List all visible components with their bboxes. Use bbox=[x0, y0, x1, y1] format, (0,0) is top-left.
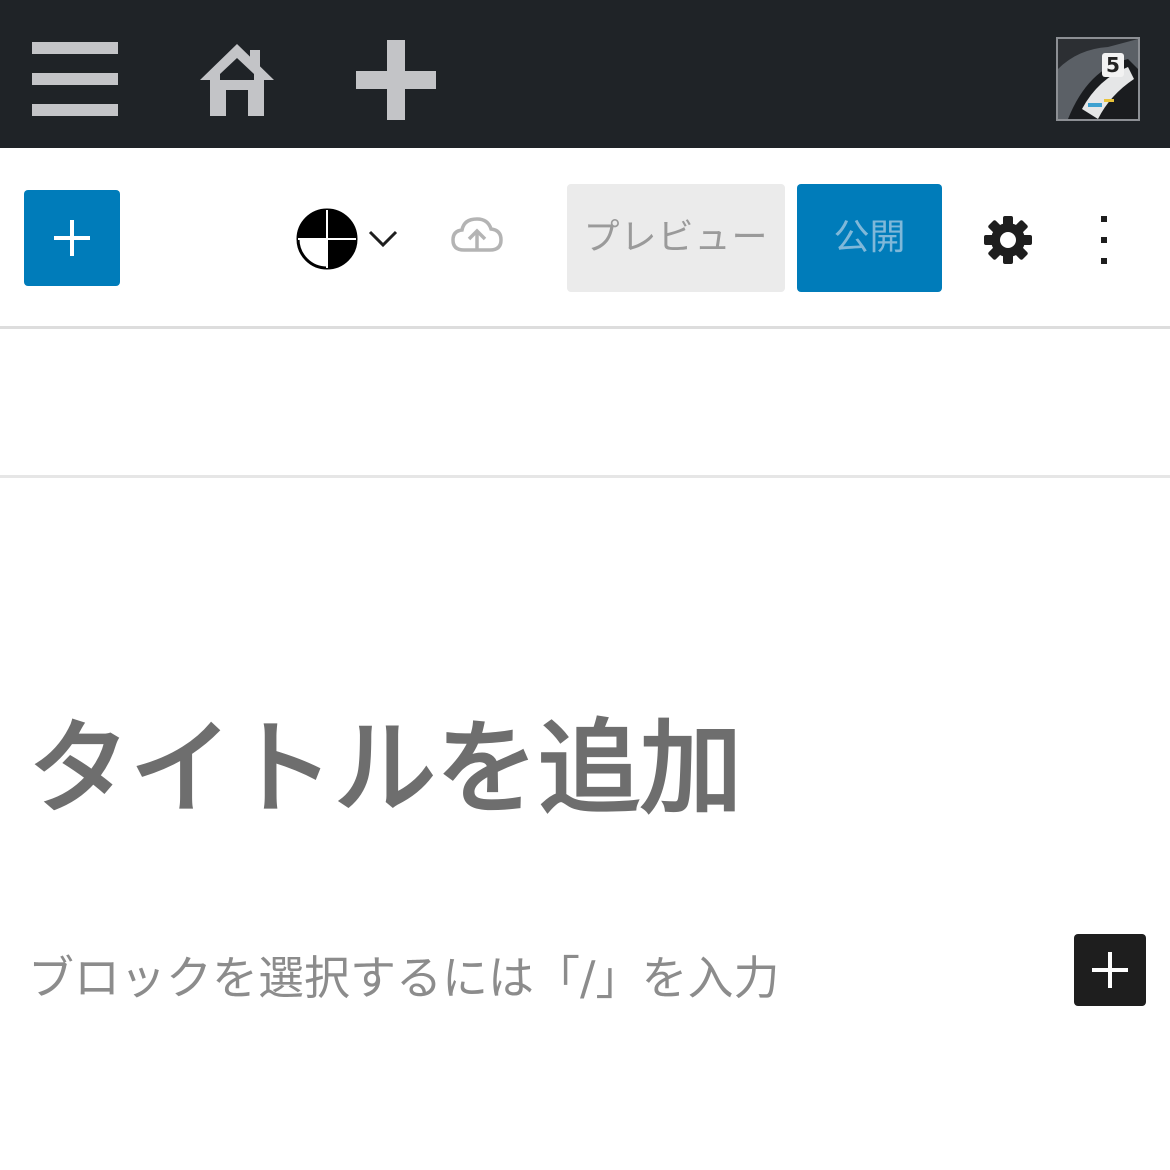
gear-icon[interactable] bbox=[982, 214, 1034, 266]
menu-icon[interactable] bbox=[32, 42, 118, 116]
block-toolbar-area bbox=[0, 329, 1170, 478]
home-icon[interactable] bbox=[198, 40, 276, 118]
plus-icon[interactable] bbox=[356, 40, 436, 120]
paragraph-block-placeholder[interactable]: ブロックを選択するには「/」を入力 bbox=[28, 946, 1028, 1010]
preview-button[interactable]: プレビュー bbox=[567, 184, 785, 292]
publish-button[interactable]: 公開 bbox=[797, 184, 942, 292]
chevron-down-icon bbox=[368, 230, 398, 248]
vertical-ellipsis-icon[interactable] bbox=[1092, 214, 1116, 266]
style-toggle-button[interactable] bbox=[292, 204, 402, 274]
editor-toolbar: プレビュー 公開 bbox=[0, 148, 1170, 329]
user-avatar[interactable]: 5 bbox=[1056, 37, 1140, 121]
admin-bar: 5 bbox=[0, 0, 1170, 148]
post-title-input[interactable]: タイトルを追加 bbox=[28, 700, 1128, 840]
plus-icon bbox=[1092, 952, 1128, 988]
block-inserter-button[interactable] bbox=[24, 190, 120, 286]
add-block-button[interactable] bbox=[1074, 934, 1146, 1006]
svg-text:5: 5 bbox=[1106, 53, 1120, 77]
half-circle-icon bbox=[296, 208, 358, 270]
cloud-upload-icon bbox=[450, 214, 504, 256]
plus-icon bbox=[54, 220, 90, 256]
